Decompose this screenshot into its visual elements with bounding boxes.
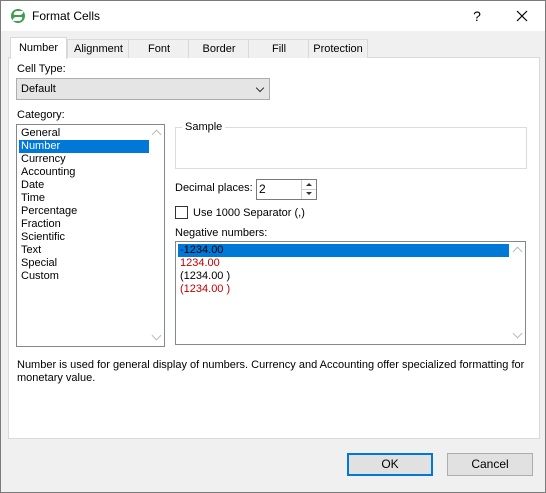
- decimal-places-value[interactable]: 2: [259, 182, 266, 196]
- chevron-down-icon: [255, 83, 265, 93]
- category-item-number[interactable]: Number: [19, 140, 150, 153]
- negative-format-item[interactable]: 1234.00: [178, 257, 509, 270]
- category-description: Number is used for general display of nu…: [17, 359, 525, 384]
- negative-numbers-label: Negative numbers:: [175, 227, 268, 239]
- arrow-down-icon: [306, 192, 312, 195]
- negative-numbers-list[interactable]: -1234.00 1234.00 (1234.00 ) (1234.00 ): [175, 241, 526, 345]
- help-button[interactable]: ?: [467, 6, 487, 26]
- decrement-button[interactable]: [302, 190, 316, 199]
- category-label: Category:: [17, 109, 65, 121]
- window-title: Format Cells: [32, 9, 101, 23]
- increment-button[interactable]: [302, 180, 316, 190]
- tab-protection[interactable]: Protection: [308, 39, 368, 58]
- category-item-scientific[interactable]: Scientific: [19, 231, 150, 244]
- decimal-places-stepper[interactable]: 2: [256, 179, 317, 200]
- ok-button[interactable]: OK: [347, 453, 433, 476]
- category-item-time[interactable]: Time: [19, 192, 150, 205]
- scroll-up-icon[interactable]: [512, 246, 523, 257]
- category-item-currency[interactable]: Currency: [19, 153, 150, 166]
- category-item-accounting[interactable]: Accounting: [19, 166, 150, 179]
- sample-box: [175, 127, 527, 169]
- scroll-down-icon[interactable]: [151, 330, 162, 341]
- cell-type-select[interactable]: Default: [16, 78, 270, 100]
- thousand-separator-checkbox[interactable]: [175, 206, 188, 219]
- arrow-up-icon: [306, 183, 312, 186]
- tab-number[interactable]: Number: [10, 37, 67, 59]
- cancel-button[interactable]: Cancel: [447, 453, 533, 476]
- category-item-date[interactable]: Date: [19, 179, 150, 192]
- scroll-up-icon[interactable]: [151, 129, 162, 140]
- cell-type-label: Cell Type:: [17, 63, 66, 75]
- tab-font[interactable]: Font: [128, 39, 190, 58]
- category-scrollbar[interactable]: [149, 125, 164, 346]
- category-item-special[interactable]: Special: [19, 257, 150, 270]
- tab-border[interactable]: Border: [188, 39, 250, 58]
- category-item-general[interactable]: General: [19, 127, 150, 140]
- category-list[interactable]: General Number Currency Accounting Date …: [16, 124, 165, 347]
- cell-type-value: Default: [21, 83, 56, 95]
- thousand-separator-label: Use 1000 Separator (,): [193, 207, 305, 219]
- app-logo-icon: [11, 9, 25, 23]
- decimal-places-label: Decimal places:: [175, 182, 253, 194]
- category-item-percentage[interactable]: Percentage: [19, 205, 150, 218]
- category-item-custom[interactable]: Custom: [19, 270, 150, 283]
- category-item-text[interactable]: Text: [19, 244, 150, 257]
- negative-format-item[interactable]: (1234.00 ): [178, 270, 509, 283]
- tab-alignment[interactable]: Alignment: [67, 39, 130, 58]
- sample-label: Sample: [182, 121, 226, 133]
- negative-format-item[interactable]: (1234.00 ): [178, 283, 509, 296]
- category-item-fraction[interactable]: Fraction: [19, 218, 150, 231]
- scroll-down-icon[interactable]: [512, 328, 523, 339]
- close-button[interactable]: [511, 6, 533, 26]
- tab-fill[interactable]: Fill: [248, 39, 310, 58]
- stepper-buttons: [301, 180, 316, 199]
- close-icon: [516, 10, 528, 22]
- negative-numbers-scrollbar[interactable]: [510, 242, 525, 344]
- negative-format-item[interactable]: -1234.00: [178, 244, 509, 257]
- title-bar: Format Cells ?: [1, 1, 545, 31]
